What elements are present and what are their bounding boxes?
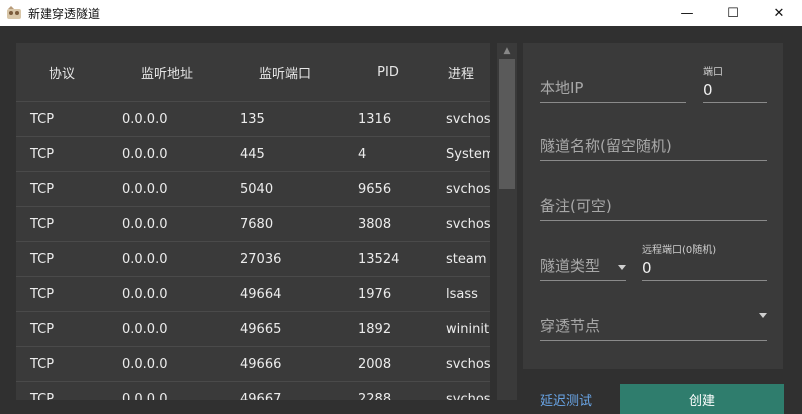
port-cell: 49666 xyxy=(240,356,282,372)
pid-cell: 1976 xyxy=(358,286,392,302)
table-header: 协议 监听地址 监听端口 PID 进程 xyxy=(16,43,490,102)
minimize-icon: — xyxy=(680,5,694,21)
address-cell: 0.0.0.0 xyxy=(122,286,168,302)
table-row[interactable]: TCP 0.0.0.0 49667 2288 svchost xyxy=(16,382,490,401)
address-cell: 0.0.0.0 xyxy=(122,356,168,372)
port-value: 0 xyxy=(703,81,713,99)
pid-cell: 4 xyxy=(358,146,367,162)
pid-cell: 2008 xyxy=(358,356,392,372)
table-row[interactable]: TCP 0.0.0.0 445 4 System xyxy=(16,137,490,172)
address-cell: 0.0.0.0 xyxy=(122,391,168,401)
tunnel-name-placeholder: 隧道名称(留空随机) xyxy=(540,137,672,155)
minimize-button[interactable]: — xyxy=(664,0,710,26)
table-scrollbar[interactable]: ▲ xyxy=(497,43,517,400)
remark-placeholder: 备注(可空) xyxy=(540,197,612,215)
port-table: 协议 监听地址 监听端口 PID 进程 TCP 0.0.0.0 135 1316 svc… xyxy=(16,43,490,400)
table-row[interactable]: TCP 0.0.0.0 49664 1976 lsass xyxy=(16,277,490,312)
process-cell: svchost xyxy=(446,356,490,372)
protocol-cell: TCP xyxy=(30,356,55,372)
table-row[interactable]: TCP 0.0.0.0 7680 3808 svchost xyxy=(16,207,490,242)
address-cell: 0.0.0.0 xyxy=(122,251,168,267)
chevron-down-icon xyxy=(759,313,767,318)
protocol-cell: TCP xyxy=(30,251,55,267)
close-button[interactable]: ✕ xyxy=(756,0,802,26)
scroll-thumb[interactable] xyxy=(499,59,515,189)
tunnel-type-select[interactable]: 隧道类型 xyxy=(540,243,626,281)
create-button[interactable]: 创建 xyxy=(620,384,784,414)
port-cell: 135 xyxy=(240,111,265,127)
pid-cell: 3808 xyxy=(358,216,392,232)
pid-cell: 9656 xyxy=(358,181,392,197)
protocol-cell: TCP xyxy=(30,146,55,162)
protocol-cell: TCP xyxy=(30,321,55,337)
process-cell: svchost xyxy=(446,181,490,197)
header-process[interactable]: 进程 xyxy=(432,63,490,82)
app-icon xyxy=(6,5,22,21)
remark-input[interactable]: 备注(可空) xyxy=(540,183,767,221)
address-cell: 0.0.0.0 xyxy=(122,146,168,162)
process-cell: svchost xyxy=(446,111,490,127)
table-body: TCP 0.0.0.0 135 1316 svchost TCP 0.0.0.0 445 4 Sy… xyxy=(16,102,490,400)
local-ip-placeholder: 本地IP xyxy=(540,79,584,97)
chevron-down-icon xyxy=(618,265,626,270)
table-row[interactable]: TCP 0.0.0.0 49665 1892 wininit xyxy=(16,312,490,347)
node-select[interactable]: 穿透节点 xyxy=(540,303,767,341)
header-listen-port[interactable]: 监听端口 xyxy=(226,63,344,82)
port-cell: 5040 xyxy=(240,181,274,197)
scroll-up-icon[interactable]: ▲ xyxy=(497,43,517,59)
header-protocol[interactable]: 协议 xyxy=(16,63,108,82)
header-pid[interactable]: PID xyxy=(344,65,432,80)
tunnel-type-placeholder: 隧道类型 xyxy=(540,257,601,275)
address-cell: 0.0.0.0 xyxy=(122,111,168,127)
process-cell: System xyxy=(446,146,490,162)
pid-cell: 2288 xyxy=(358,391,392,401)
remote-port-value: 0 xyxy=(642,259,652,277)
address-cell: 0.0.0.0 xyxy=(122,181,168,197)
address-cell: 0.0.0.0 xyxy=(122,216,168,232)
table-row[interactable]: TCP 0.0.0.0 27036 13524 steam xyxy=(16,242,490,277)
port-cell: 7680 xyxy=(240,216,274,232)
port-cell: 27036 xyxy=(240,251,282,267)
remote-port-label: 远程端口(0随机) xyxy=(642,245,717,256)
port-label: 端口 xyxy=(703,67,723,78)
tunnel-name-input[interactable]: 隧道名称(留空随机) xyxy=(540,123,767,161)
protocol-cell: TCP xyxy=(30,181,55,197)
window-title: 新建穿透隧道 xyxy=(28,6,101,21)
port-cell: 445 xyxy=(240,146,265,162)
protocol-cell: TCP xyxy=(30,111,55,127)
local-ip-input[interactable]: 本地IP xyxy=(540,65,686,103)
remote-port-input[interactable]: 远程端口(0随机) 0 xyxy=(642,243,767,281)
title-bar: 新建穿透隧道 — ☐ ✕ xyxy=(0,0,802,26)
maximize-icon: ☐ xyxy=(727,5,739,21)
port-input[interactable]: 端口 0 xyxy=(703,65,767,103)
process-cell: wininit xyxy=(446,321,490,337)
address-cell: 0.0.0.0 xyxy=(122,321,168,337)
header-listen-address[interactable]: 监听地址 xyxy=(108,63,226,82)
node-placeholder: 穿透节点 xyxy=(540,317,601,335)
tunnel-form: 本地IP 端口 0 隧道名称(留空随机) 备注(可空) 隧道类型 远程端口(0随… xyxy=(523,43,783,369)
table-row[interactable]: TCP 0.0.0.0 5040 9656 svchost xyxy=(16,172,490,207)
process-cell: steam xyxy=(446,251,487,267)
port-cell: 49667 xyxy=(240,391,282,401)
port-cell: 49665 xyxy=(240,321,282,337)
maximize-button[interactable]: ☐ xyxy=(710,0,756,26)
process-cell: lsass xyxy=(446,286,478,302)
table-row[interactable]: TCP 0.0.0.0 135 1316 svchost xyxy=(16,102,490,137)
close-icon: ✕ xyxy=(773,5,785,21)
pid-cell: 13524 xyxy=(358,251,400,267)
pid-cell: 1892 xyxy=(358,321,392,337)
protocol-cell: TCP xyxy=(30,286,55,302)
pid-cell: 1316 xyxy=(358,111,392,127)
table-row[interactable]: TCP 0.0.0.0 49666 2008 svchost xyxy=(16,347,490,382)
port-cell: 49664 xyxy=(240,286,282,302)
process-cell: svchost xyxy=(446,391,490,401)
protocol-cell: TCP xyxy=(30,391,55,401)
process-cell: svchost xyxy=(446,216,490,232)
protocol-cell: TCP xyxy=(30,216,55,232)
